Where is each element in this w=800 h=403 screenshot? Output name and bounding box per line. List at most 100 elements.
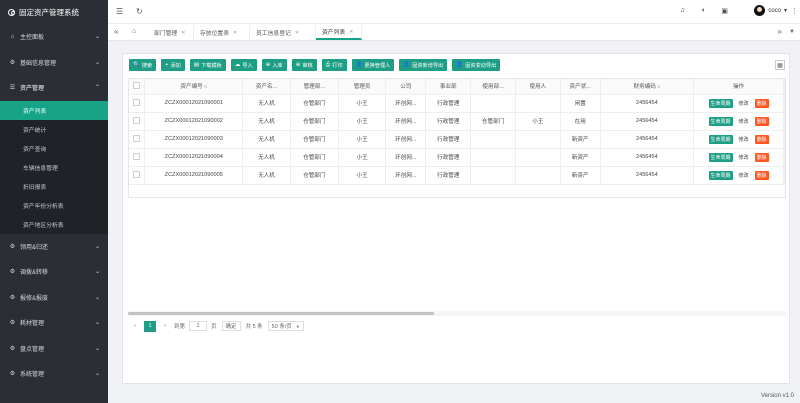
checkbox[interactable] xyxy=(133,116,141,124)
edit-button[interactable]: 修改 xyxy=(737,171,751,180)
submenu-item-1[interactable]: 资产统计 xyxy=(0,120,108,139)
lifecycle-button[interactable]: 生命周期 xyxy=(708,170,733,180)
sidebar-item-8[interactable]: ⚙ 系统管理 ⌄ xyxy=(0,361,108,387)
column-header-7[interactable]: 使用人 xyxy=(515,79,561,95)
column-header-6[interactable]: 使用部... xyxy=(470,79,516,95)
close-icon[interactable]: ✕ xyxy=(295,30,299,36)
table-row[interactable]: ZCZX00012021090004 无人机 仓管部门 小王 环创网... 行政管理 新资产… xyxy=(129,148,785,167)
lifecycle-button[interactable]: 生命周期 xyxy=(708,98,733,108)
theme-icon[interactable]: ◐ xyxy=(702,7,706,14)
table-row[interactable]: ZCZX00012021090002 无人机 仓管部门 小王 环创网... 行政管理 仓管部… xyxy=(129,112,785,131)
page-size-select[interactable]: 50 条/页 ▼ xyxy=(267,321,304,331)
sidebar-item-0[interactable]: ⌂ 主控面板 ⌄ xyxy=(0,24,108,50)
toolbar-button-2[interactable]: ▤ 下载模板 xyxy=(189,59,226,71)
sidebar-item-4[interactable]: ⚙ 调拨&转移 ⌄ xyxy=(0,259,108,285)
delete-button[interactable]: 删除 xyxy=(754,152,769,162)
table-row[interactable]: ZCZX00012021090001 无人机 仓管部门 小王 环创网... 行政管理 闲置 2… xyxy=(129,94,785,113)
sort-icon[interactable]: ⇅ xyxy=(657,84,660,89)
row-checkbox[interactable] xyxy=(129,94,146,113)
checkbox[interactable] xyxy=(133,98,141,106)
column-header-9[interactable]: 财务编码⇅ xyxy=(600,79,695,95)
tab-1[interactable]: 存放位置表 ✕ xyxy=(194,25,250,40)
column-header-3[interactable]: 管理员 xyxy=(338,79,387,95)
tab-2[interactable]: 员工信息登记 ✕ xyxy=(250,25,316,40)
goto-page-input[interactable]: 1 xyxy=(189,321,208,331)
home-tab-icon[interactable]: ⌂ xyxy=(132,28,136,35)
lock-icon[interactable]: ▣ xyxy=(721,7,728,15)
submenu-item-2[interactable]: 资产查询 xyxy=(0,139,108,158)
delete-button[interactable]: 删除 xyxy=(754,98,769,108)
user-menu[interactable]: coco ▼ xyxy=(754,5,788,16)
toolbar-button-4[interactable]: ⊕ 入库 xyxy=(261,59,287,71)
toolbar-button-1[interactable]: + 添加 xyxy=(161,59,185,71)
refresh-icon[interactable]: ↻ xyxy=(136,7,143,16)
horizontal-scrollbar[interactable] xyxy=(128,311,786,316)
goto-confirm-button[interactable]: 确定 xyxy=(221,321,241,331)
sidebar-item-7[interactable]: ⚙ 盘点管理 ⌄ xyxy=(0,336,108,362)
toolbar-button-5[interactable]: ⊕ 审核 xyxy=(291,59,317,71)
submenu-item-0[interactable]: 资产列表 xyxy=(0,100,108,120)
submenu-item-6[interactable]: 资产地区分析表 xyxy=(0,215,108,234)
tabs-prev-icon[interactable]: « xyxy=(114,27,118,36)
toolbar-button-0[interactable]: 🔍 搜索 xyxy=(129,59,157,71)
toolbar-button-7[interactable]: 👤 更换管理人 xyxy=(351,59,395,71)
edit-button[interactable]: 修改 xyxy=(737,117,751,126)
column-header-1[interactable]: 资产名... xyxy=(242,79,291,95)
column-header-5[interactable]: 事业部 xyxy=(425,79,472,95)
column-settings-icon[interactable]: ▦ xyxy=(775,60,785,70)
bell-icon[interactable]: ♫ xyxy=(680,7,685,14)
menu-toggle-icon[interactable]: ☰ xyxy=(116,7,123,16)
page-current[interactable]: 1 xyxy=(144,320,156,332)
edit-button[interactable]: 修改 xyxy=(737,99,751,108)
row-checkbox[interactable] xyxy=(129,112,146,131)
toolbar-button-9[interactable]: 👤 固资变动导出 xyxy=(452,59,501,71)
close-icon[interactable]: ✕ xyxy=(349,29,353,35)
select-all-checkbox[interactable] xyxy=(129,79,146,95)
row-checkbox[interactable] xyxy=(129,148,146,167)
prev-page-icon[interactable]: ‹ xyxy=(129,321,141,332)
submenu-item-5[interactable]: 资产年份分析表 xyxy=(0,196,108,215)
more-icon[interactable]: ⋮ xyxy=(791,7,798,15)
column-header-10[interactable]: 操作 xyxy=(693,79,784,95)
toolbar-button-label: 打印 xyxy=(332,62,343,69)
edit-button[interactable]: 修改 xyxy=(737,135,751,144)
toolbar-button-8[interactable]: 👤 固资新增导出 xyxy=(399,59,448,71)
row-checkbox[interactable] xyxy=(129,130,146,149)
column-header-2[interactable]: 管理部... xyxy=(290,79,339,95)
sidebar-item-2[interactable]: ☰ 资产管理 ⌃ xyxy=(0,75,108,101)
lifecycle-button[interactable]: 生命周期 xyxy=(708,116,733,126)
column-header-8[interactable]: 资产状... xyxy=(560,79,601,95)
row-checkbox[interactable] xyxy=(129,166,146,185)
table-row[interactable]: ZCZX00012021090003 无人机 仓管部门 小王 环创网... 行政管理 新资产… xyxy=(129,130,785,149)
checkbox[interactable] xyxy=(133,152,141,160)
tab-3[interactable]: 资产列表 ✕ xyxy=(316,25,362,40)
sidebar-item-1[interactable]: ⚙ 基础信息管理 ⌄ xyxy=(0,50,108,76)
column-header-0[interactable]: 资产编号⇅ xyxy=(144,79,244,95)
edit-button[interactable]: 修改 xyxy=(737,153,751,162)
column-header-4[interactable]: 公司 xyxy=(385,79,427,95)
lifecycle-button[interactable]: 生命周期 xyxy=(708,134,733,144)
next-page-icon[interactable]: › xyxy=(159,321,171,332)
table-row[interactable]: ZCZX00012021090005 无人机 仓管部门 小王 环创网... 行政管理 新资产… xyxy=(129,166,785,185)
delete-button[interactable]: 删除 xyxy=(754,134,769,144)
scrollbar-thumb[interactable] xyxy=(128,312,434,315)
submenu-item-4[interactable]: 折旧报表 xyxy=(0,177,108,196)
submenu-item-3[interactable]: 车辆信息管理 xyxy=(0,158,108,177)
sidebar-item-5[interactable]: ⚙ 报修&报废 ⌄ xyxy=(0,285,108,311)
close-icon[interactable]: ✕ xyxy=(233,30,237,36)
close-icon[interactable]: ✕ xyxy=(181,30,185,36)
delete-button[interactable]: 删除 xyxy=(754,116,769,126)
tabs-next-icon[interactable]: » xyxy=(778,27,782,36)
toolbar-button-6[interactable]: ⎙ 打印 xyxy=(321,59,347,71)
tabs-menu-icon[interactable]: ▼ xyxy=(789,29,795,35)
sort-icon[interactable]: ⇅ xyxy=(204,84,207,89)
lifecycle-button[interactable]: 生命周期 xyxy=(708,152,733,162)
sidebar-item-6[interactable]: ⚙ 耗材管理 ⌄ xyxy=(0,310,108,336)
tab-0[interactable]: 部门管理 ✕ xyxy=(148,25,194,40)
checkbox[interactable] xyxy=(133,81,141,89)
sidebar-item-3[interactable]: ⚙ 领用&归还 ⌄ xyxy=(0,234,108,260)
checkbox[interactable] xyxy=(133,170,141,178)
checkbox[interactable] xyxy=(133,134,141,142)
delete-button[interactable]: 删除 xyxy=(754,170,769,180)
toolbar-button-3[interactable]: ☁ 导入 xyxy=(230,59,257,71)
